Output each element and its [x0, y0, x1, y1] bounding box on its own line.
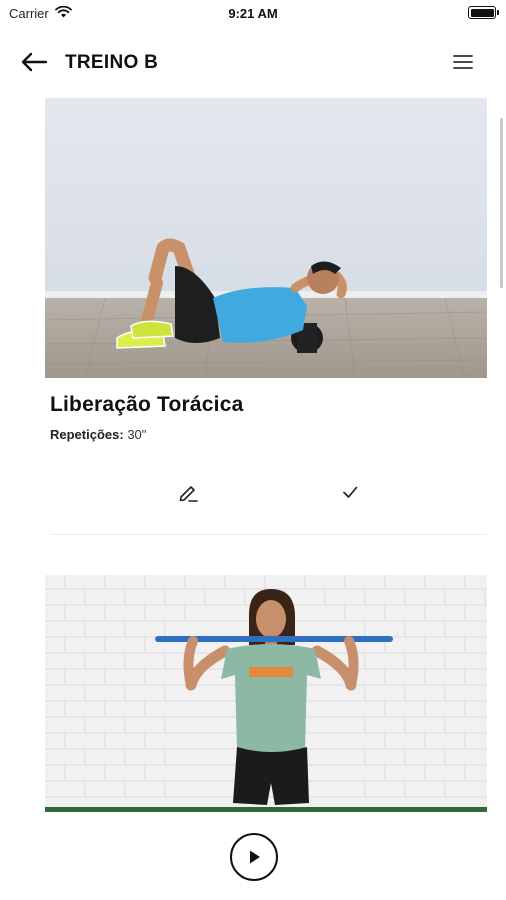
- status-right: [468, 6, 499, 19]
- hamburger-menu-icon: [453, 55, 473, 69]
- exercise-reps: Repetições: 30": [50, 427, 146, 442]
- exercise-image-foam-roller: [45, 98, 487, 378]
- status-time: 9:21 AM: [228, 6, 278, 21]
- divider: [50, 534, 487, 535]
- checkmark-icon: [343, 486, 358, 498]
- app-header: TREINO B: [0, 40, 506, 84]
- exercise-image-stick-stretch: [45, 575, 487, 812]
- exercise-title: Liberação Torácica: [50, 393, 244, 416]
- page-title: TREINO B: [65, 52, 159, 73]
- play-icon: [250, 850, 260, 864]
- edit-button[interactable]: [174, 478, 202, 506]
- status-bar: Carrier 9:21 AM: [0, 0, 506, 28]
- battery-icon: [468, 6, 499, 19]
- pencil-edit-icon: [179, 486, 198, 502]
- reps-value: 30": [127, 427, 147, 442]
- reps-label: Repetições:: [50, 427, 124, 442]
- scroll-indicator[interactable]: [500, 118, 503, 288]
- menu-button[interactable]: [448, 50, 478, 74]
- complete-button[interactable]: [336, 478, 364, 506]
- arrow-left-icon: [21, 52, 48, 72]
- play-button[interactable]: [230, 833, 278, 881]
- back-button[interactable]: [18, 48, 50, 76]
